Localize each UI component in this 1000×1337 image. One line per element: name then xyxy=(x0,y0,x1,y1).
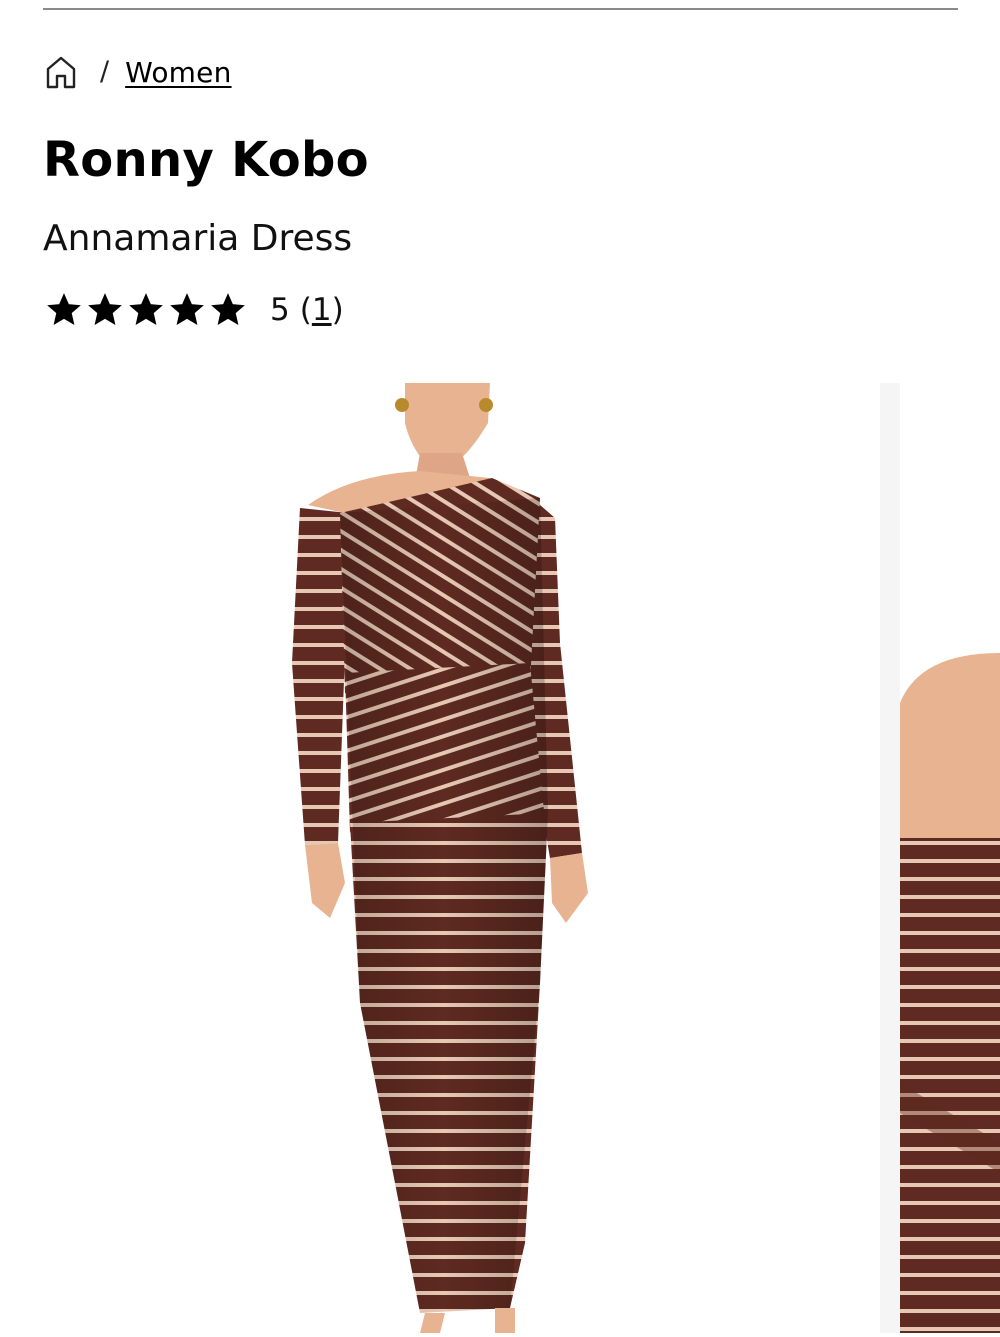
breadcrumb-separator: / xyxy=(100,55,110,87)
top-divider xyxy=(43,8,958,10)
product-image-gallery[interactable] xyxy=(0,383,1000,1333)
home-icon[interactable] xyxy=(44,53,78,91)
gallery-gap xyxy=(880,383,900,1333)
product-name: Annamaria Dress xyxy=(43,218,353,259)
rating-stars xyxy=(46,292,246,328)
star-icon xyxy=(170,293,204,326)
product-brand[interactable]: Ronny Kobo xyxy=(43,132,369,188)
breadcrumb: / Women xyxy=(44,50,232,94)
rating-score: 5 xyxy=(270,292,290,328)
product-rating[interactable]: 5 (1) xyxy=(46,288,344,332)
dress-photo-illustration xyxy=(0,383,900,1333)
star-icon xyxy=(211,293,245,326)
review-count: 1 xyxy=(311,292,332,328)
home-icon-svg xyxy=(46,56,76,89)
breadcrumb-link-women[interactable]: Women xyxy=(125,56,231,89)
product-next-image[interactable] xyxy=(900,383,1000,1333)
star-icon xyxy=(88,293,122,326)
product-main-image[interactable] xyxy=(0,383,900,1333)
star-icon xyxy=(129,293,163,326)
review-count-link[interactable]: (1) xyxy=(300,292,344,328)
dress-closeup-illustration xyxy=(900,383,1000,1333)
star-icon xyxy=(47,293,81,326)
